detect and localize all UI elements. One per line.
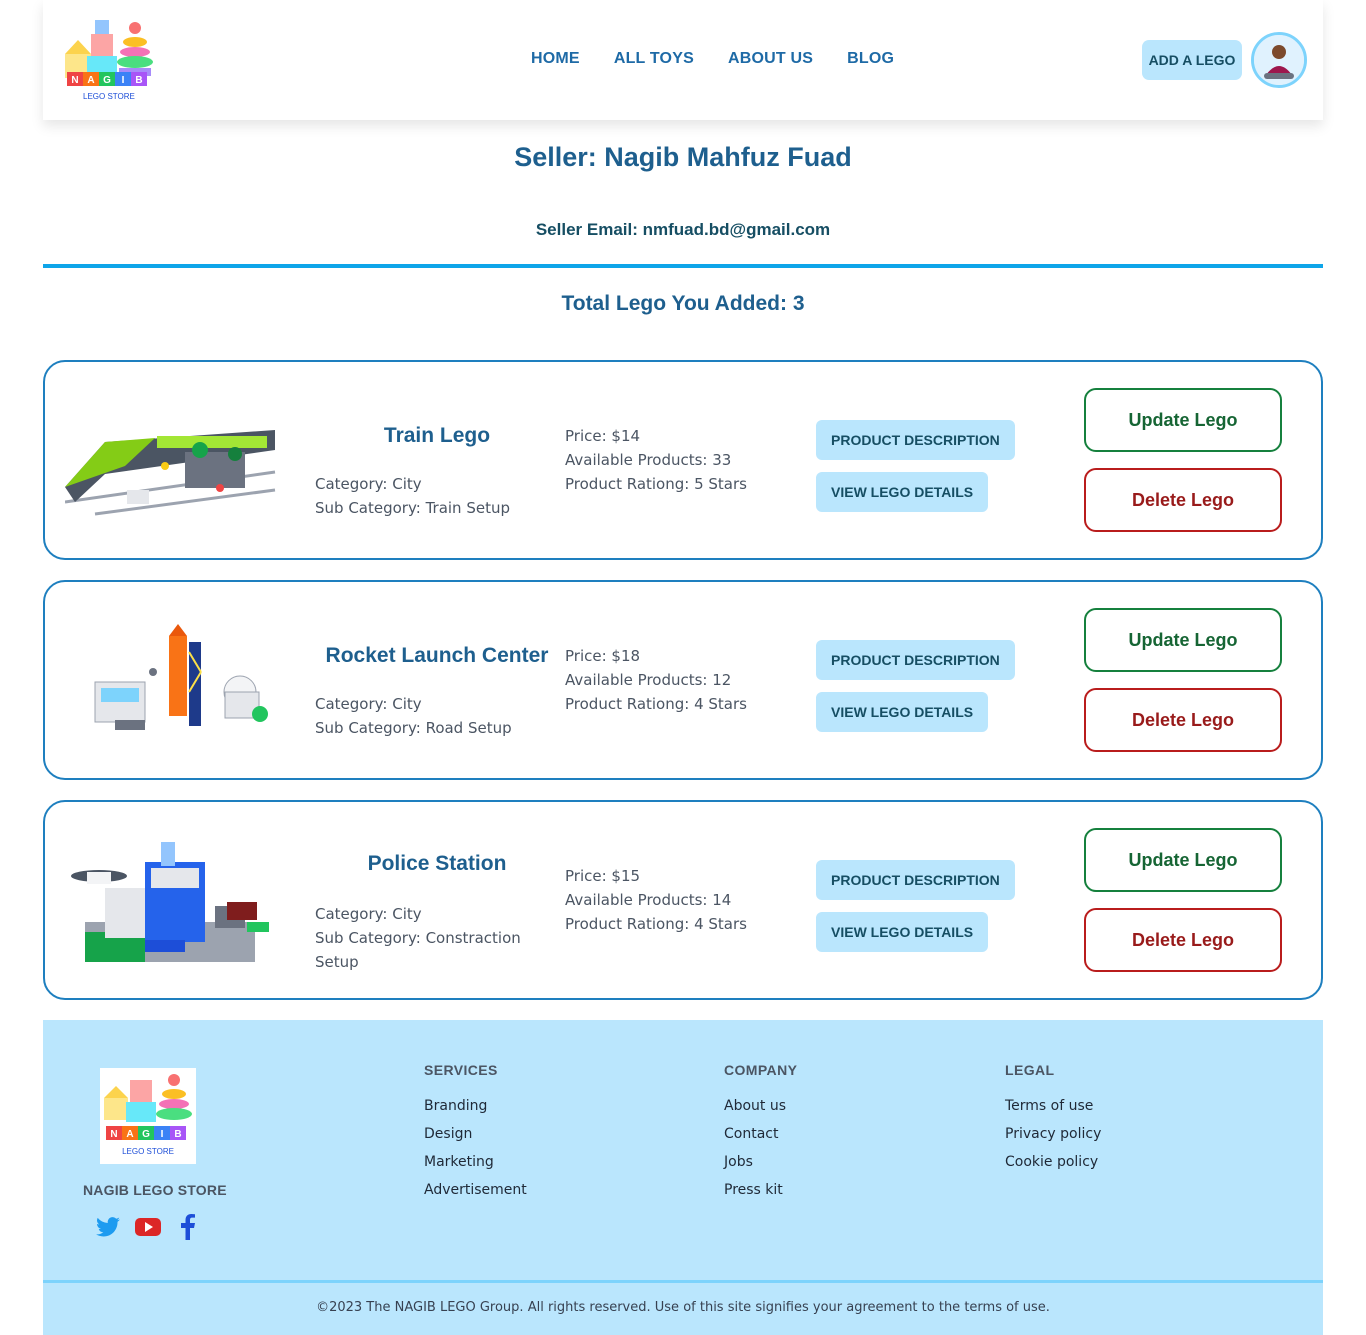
- product-price: Price: $15: [565, 867, 641, 885]
- product-category: Category: City: [315, 695, 422, 713]
- logo-letter: I: [161, 1129, 164, 1140]
- product-available: Available Products: 12: [565, 671, 732, 689]
- youtube-icon[interactable]: [135, 1214, 161, 1240]
- product-rating: Product Rationg: 4 Stars: [565, 695, 747, 713]
- product-sub-category: Sub Category: Road Setup: [315, 719, 512, 737]
- product-stats: Price: $14 Available Products: 33 Produc…: [565, 424, 747, 496]
- logo-letter: N: [110, 1129, 117, 1140]
- footer-link-advertisement[interactable]: Advertisement: [424, 1176, 527, 1204]
- update-lego-button[interactable]: Update Lego: [1084, 388, 1282, 452]
- logo-blocks-icon: N A G I B LEGO STORE: [104, 1074, 192, 1156]
- update-lego-button[interactable]: Update Lego: [1084, 828, 1282, 892]
- delete-lego-button[interactable]: Delete Lego: [1084, 468, 1282, 532]
- footer-divider: [43, 1280, 1323, 1283]
- footer-link-branding[interactable]: Branding: [424, 1092, 527, 1120]
- logo-letter: B: [174, 1129, 181, 1140]
- product-categories: Category: City Sub Category: Constractio…: [315, 902, 535, 974]
- product-sub-category: Sub Category: Constraction Setup: [315, 929, 521, 971]
- product-sub-category: Sub Category: Train Setup: [315, 499, 510, 517]
- logo-blocks-icon: N A G I B: [65, 20, 153, 86]
- add-lego-button[interactable]: ADD A LEGO: [1142, 40, 1242, 80]
- logo-letter: I: [122, 75, 125, 86]
- footer-link-design[interactable]: Design: [424, 1120, 527, 1148]
- nav-home[interactable]: HOME: [531, 50, 580, 68]
- footer-link-press-kit[interactable]: Press kit: [724, 1176, 797, 1204]
- twitter-icon[interactable]: [95, 1214, 121, 1240]
- nav-all-toys[interactable]: ALL TOYS: [614, 50, 694, 68]
- train-lego-image: [64, 402, 277, 522]
- footer-link-marketing[interactable]: Marketing: [424, 1148, 527, 1176]
- logo-letter: B: [135, 75, 142, 86]
- product-stats: Price: $18 Available Products: 12 Produc…: [565, 644, 747, 716]
- footer-link-contact[interactable]: Contact: [724, 1120, 797, 1148]
- product-price: Price: $18: [565, 647, 641, 665]
- product-stats: Price: $15 Available Products: 14 Produc…: [565, 864, 747, 936]
- product-categories: Category: City Sub Category: Road Setup: [315, 692, 535, 740]
- logo-letter: G: [103, 75, 111, 86]
- product-category: Category: City: [315, 905, 422, 923]
- view-lego-details-button[interactable]: VIEW LEGO DETAILS: [816, 912, 989, 952]
- main-nav: HOME ALL TOYS ABOUT US BLOG: [531, 50, 894, 68]
- delete-lego-button[interactable]: Delete Lego: [1084, 688, 1282, 752]
- product-name: Train Lego: [383, 424, 491, 447]
- product-rating: Product Rationg: 4 Stars: [565, 915, 747, 933]
- nav-blog[interactable]: BLOG: [847, 50, 894, 68]
- footer-services-title: SERVICES: [424, 1062, 498, 1078]
- view-lego-details-button[interactable]: VIEW LEGO DETAILS: [816, 472, 989, 512]
- footer-link-terms[interactable]: Terms of use: [1005, 1092, 1101, 1120]
- store-logo[interactable]: N A G I B LEGO STORE: [61, 14, 157, 104]
- footer-legal-title: LEGAL: [1005, 1062, 1055, 1078]
- update-lego-button[interactable]: Update Lego: [1084, 608, 1282, 672]
- rocket-lego-image: [65, 622, 277, 742]
- logo-text: LEGO STORE: [83, 92, 135, 101]
- product-description-button[interactable]: PRODUCT DESCRIPTION: [816, 860, 1015, 900]
- section-divider: [43, 264, 1323, 268]
- footer-link-privacy[interactable]: Privacy policy: [1005, 1120, 1101, 1148]
- social-links: [95, 1214, 201, 1240]
- footer-logo[interactable]: N A G I B LEGO STORE: [100, 1068, 196, 1164]
- user-avatar-icon: [1254, 35, 1304, 85]
- navbar: N A G I B LEGO STORE HOME ALL TOYS ABOUT…: [43, 0, 1323, 120]
- product-description-button[interactable]: PRODUCT DESCRIPTION: [816, 640, 1015, 680]
- view-lego-details-button[interactable]: VIEW LEGO DETAILS: [816, 692, 989, 732]
- police-station-lego-image: [65, 832, 277, 962]
- seller-name-heading: Seller: Nagib Mahfuz Fuad: [514, 142, 852, 172]
- product-card: Police Station Category: City Sub Catego…: [43, 800, 1323, 1000]
- delete-lego-button[interactable]: Delete Lego: [1084, 908, 1282, 972]
- logo-letter: G: [142, 1129, 150, 1140]
- total-lego-count: Total Lego You Added: 3: [561, 292, 805, 315]
- product-rating: Product Rationg: 5 Stars: [565, 475, 747, 493]
- nav-about-us[interactable]: ABOUT US: [728, 50, 813, 68]
- footer-logo-text: LEGO STORE: [122, 1147, 174, 1156]
- product-description-button[interactable]: PRODUCT DESCRIPTION: [816, 420, 1015, 460]
- product-available: Available Products: 33: [565, 451, 732, 469]
- product-category: Category: City: [315, 475, 422, 493]
- footer-services: SERVICES Branding Design Marketing Adver…: [424, 1062, 527, 1204]
- avatar[interactable]: [1251, 32, 1307, 88]
- footer-company: COMPANY About us Contact Jobs Press kit: [724, 1062, 797, 1204]
- footer-link-jobs[interactable]: Jobs: [724, 1148, 797, 1176]
- copyright-text: ©2023 The NAGIB LEGO Group. All rights r…: [316, 1300, 1050, 1315]
- product-card: Rocket Launch Center Category: City Sub …: [43, 580, 1323, 780]
- seller-email: Seller Email: nmfuad.bd@gmail.com: [535, 220, 831, 239]
- footer-legal: LEGAL Terms of use Privacy policy Cookie…: [1005, 1062, 1101, 1176]
- facebook-icon[interactable]: [175, 1214, 201, 1240]
- logo-letter: A: [87, 75, 94, 86]
- product-categories: Category: City Sub Category: Train Setup: [315, 472, 535, 520]
- product-available: Available Products: 14: [565, 891, 732, 909]
- product-name: Police Station: [367, 852, 507, 875]
- logo-letter: A: [126, 1129, 133, 1140]
- product-name: Rocket Launch Center: [325, 644, 549, 667]
- product-price: Price: $14: [565, 427, 641, 445]
- footer-link-about-us[interactable]: About us: [724, 1092, 797, 1120]
- product-card: Train Lego Category: City Sub Category: …: [43, 360, 1323, 560]
- footer-brand-name: NAGIB LEGO STORE: [83, 1182, 227, 1198]
- footer: N A G I B LEGO STORE NAGIB LEGO STORE SE…: [43, 1020, 1323, 1335]
- footer-link-cookie[interactable]: Cookie policy: [1005, 1148, 1101, 1176]
- footer-company-title: COMPANY: [724, 1062, 798, 1078]
- logo-letter: N: [71, 75, 78, 86]
